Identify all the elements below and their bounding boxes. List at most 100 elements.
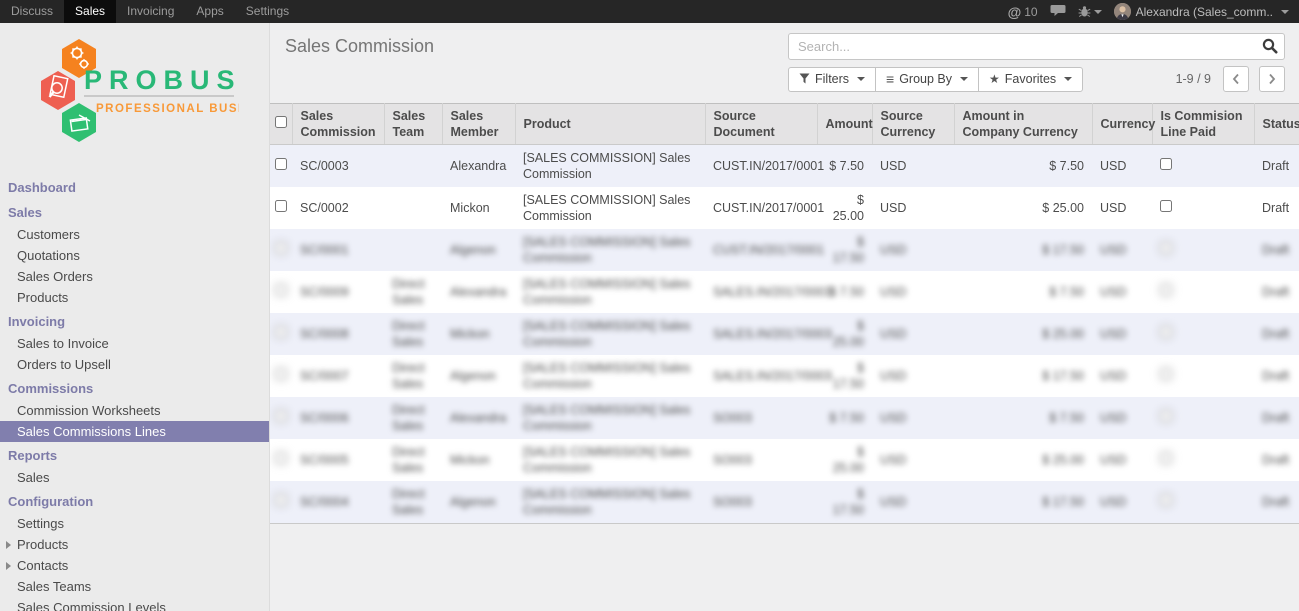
paid-checkbox[interactable]: [1160, 242, 1172, 254]
table-row[interactable]: SC/0004Direct SalesAlgenon[SALES COMMISS…: [270, 481, 1299, 524]
row-select-checkbox[interactable]: [275, 452, 287, 464]
sidebar-item-sales-commissions-lines[interactable]: Sales Commissions Lines: [0, 421, 269, 442]
paid-checkbox[interactable]: [1160, 200, 1172, 212]
column-header-team[interactable]: Sales Team: [384, 104, 442, 145]
cell-commission: SC/0003: [292, 145, 384, 188]
cell-source_currency: USD: [872, 187, 954, 229]
mentions-button[interactable]: @ 10: [1008, 4, 1038, 20]
expand-arrow-icon[interactable]: [6, 562, 11, 570]
cell-amount_company: $ 17.50: [954, 229, 1092, 271]
column-header-commission[interactable]: Sales Commission: [292, 104, 384, 145]
column-header-currency[interactable]: Currency: [1092, 104, 1152, 145]
sidebar-item-products[interactable]: Products: [0, 287, 269, 308]
column-header-amount_company[interactable]: Amount in Company Currency: [954, 104, 1092, 145]
nav-item-invoicing[interactable]: Invoicing: [116, 0, 185, 23]
sidebar-item-quotations[interactable]: Quotations: [0, 245, 269, 266]
row-select-checkbox[interactable]: [275, 158, 287, 170]
paid-checkbox[interactable]: [1160, 284, 1172, 296]
sidebar-item-sales[interactable]: Sales: [0, 467, 269, 488]
cell-select: [270, 397, 292, 439]
sidebar-section-commissions[interactable]: Commissions: [0, 375, 269, 400]
debug-menu[interactable]: [1078, 5, 1102, 18]
nav-item-sales[interactable]: Sales: [64, 0, 116, 23]
select-all-checkbox[interactable]: [275, 116, 287, 128]
column-header-status[interactable]: Status: [1254, 104, 1299, 145]
table-row[interactable]: SC/0006Direct SalesAlexandra[SALES COMMI…: [270, 397, 1299, 439]
group-by-button[interactable]: ≡ Group By: [875, 67, 979, 92]
pager-previous-button[interactable]: [1223, 66, 1249, 92]
paid-checkbox[interactable]: [1160, 410, 1172, 422]
column-header-product[interactable]: Product: [515, 104, 705, 145]
favorites-button[interactable]: ★ Favorites: [978, 67, 1083, 92]
cell-member: Mickon: [442, 439, 515, 481]
sidebar-item-label: Products: [17, 290, 68, 305]
sidebar-section-dashboard[interactable]: Dashboard: [0, 174, 269, 199]
sidebar-item-contacts[interactable]: Contacts: [0, 555, 269, 576]
cell-team: [384, 145, 442, 188]
row-select-checkbox[interactable]: [275, 326, 287, 338]
sidebar-section-configuration[interactable]: Configuration: [0, 488, 269, 513]
favorites-label: Favorites: [1005, 72, 1056, 86]
user-menu[interactable]: Alexandra (Sales_comm..: [1114, 3, 1289, 20]
row-select-checkbox[interactable]: [275, 368, 287, 380]
sidebar-item-sales-to-invoice[interactable]: Sales to Invoice: [0, 333, 269, 354]
table-row[interactable]: SC/0001Algenon[SALES COMMISSION] Sales C…: [270, 229, 1299, 271]
row-select-checkbox[interactable]: [275, 200, 287, 212]
cell-source: CUST.IN/2017/0001: [705, 187, 817, 229]
cell-amount: $ 7.50: [817, 145, 872, 188]
cell-paid: [1152, 313, 1254, 355]
chat-bubble-icon[interactable]: [1050, 4, 1066, 20]
sidebar-item-settings[interactable]: Settings: [0, 513, 269, 534]
row-select-checkbox[interactable]: [275, 494, 287, 506]
nav-item-apps[interactable]: Apps: [185, 0, 234, 23]
top-navbar: DiscussSalesInvoicingAppsSettings @ 10 A…: [0, 0, 1299, 23]
sidebar-item-sales-commission-levels[interactable]: Sales Commission Levels: [0, 597, 269, 611]
table-row[interactable]: SC/0008Direct SalesMickon[SALES COMMISSI…: [270, 313, 1299, 355]
sidebar-section-reports[interactable]: Reports: [0, 442, 269, 467]
sidebar-item-orders-to-upsell[interactable]: Orders to Upsell: [0, 354, 269, 375]
expand-arrow-icon[interactable]: [6, 541, 11, 549]
search-icon[interactable]: [1262, 38, 1278, 59]
cell-team: Direct Sales: [384, 397, 442, 439]
sidebar-item-label: Orders to Upsell: [17, 357, 111, 372]
content-footer: [270, 524, 1299, 611]
sidebar-item-sales-orders[interactable]: Sales Orders: [0, 266, 269, 287]
paid-checkbox[interactable]: [1160, 368, 1172, 380]
cell-team: Direct Sales: [384, 481, 442, 524]
row-select-checkbox[interactable]: [275, 410, 287, 422]
cell-status: Draft: [1254, 229, 1299, 271]
sidebar-item-customers[interactable]: Customers: [0, 224, 269, 245]
caret-down-icon: [1281, 10, 1289, 14]
table-row[interactable]: SC/0007Direct SalesAlgenon[SALES COMMISS…: [270, 355, 1299, 397]
row-select-checkbox[interactable]: [275, 284, 287, 296]
table-row[interactable]: SC/0009Direct SalesAlexandra[SALES COMMI…: [270, 271, 1299, 313]
table-row[interactable]: SC/0003Alexandra[SALES COMMISSION] Sales…: [270, 145, 1299, 188]
sidebar-item-products[interactable]: Products: [0, 534, 269, 555]
search-input[interactable]: [788, 33, 1285, 60]
pager-next-button[interactable]: [1259, 66, 1285, 92]
paid-checkbox[interactable]: [1160, 452, 1172, 464]
cell-commission: SC/0009: [292, 271, 384, 313]
column-header-source_currency[interactable]: Source Currency: [872, 104, 954, 145]
table-row[interactable]: SC/0002Mickon[SALES COMMISSION] Sales Co…: [270, 187, 1299, 229]
row-select-checkbox[interactable]: [275, 242, 287, 254]
nav-item-settings[interactable]: Settings: [235, 0, 300, 23]
sidebar-section-invoicing[interactable]: Invoicing: [0, 308, 269, 333]
sidebar-item-sales-teams[interactable]: Sales Teams: [0, 576, 269, 597]
paid-checkbox[interactable]: [1160, 326, 1172, 338]
column-header-member[interactable]: Sales Member: [442, 104, 515, 145]
table-row[interactable]: SC/0005Direct SalesMickon[SALES COMMISSI…: [270, 439, 1299, 481]
sidebar-item-commission-worksheets[interactable]: Commission Worksheets: [0, 400, 269, 421]
paid-checkbox[interactable]: [1160, 158, 1172, 170]
cell-member: Algenon: [442, 481, 515, 524]
column-header-paid[interactable]: Is Commision Line Paid: [1152, 104, 1254, 145]
paid-checkbox[interactable]: [1160, 494, 1172, 506]
column-header-amount[interactable]: Amount: [817, 104, 872, 145]
navbar-menu: DiscussSalesInvoicingAppsSettings: [0, 0, 300, 23]
filters-button[interactable]: Filters: [788, 67, 876, 92]
nav-item-discuss[interactable]: Discuss: [0, 0, 64, 23]
sidebar-section-sales[interactable]: Sales: [0, 199, 269, 224]
bug-icon: [1078, 5, 1091, 18]
cell-amount_company: $ 7.50: [954, 397, 1092, 439]
column-header-source[interactable]: Source Document: [705, 104, 817, 145]
